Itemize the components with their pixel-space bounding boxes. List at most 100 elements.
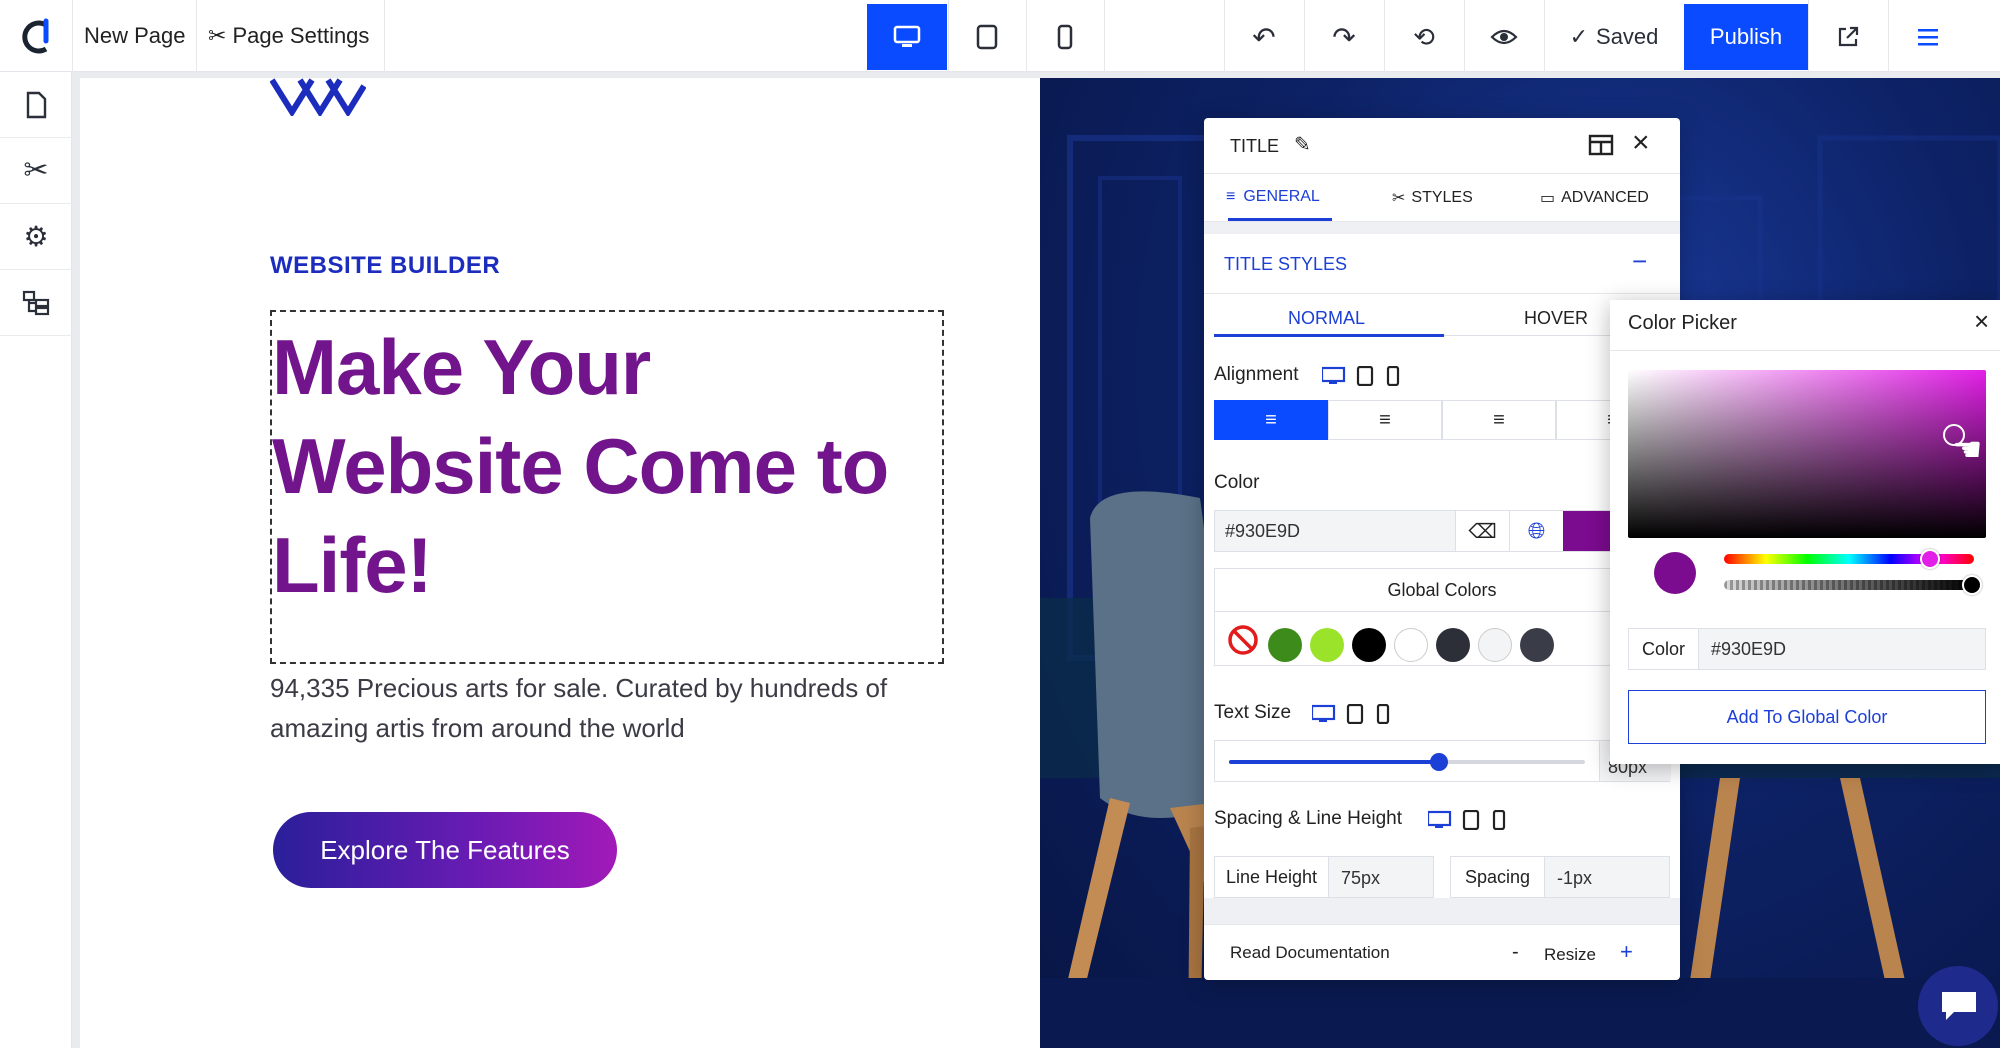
global-color-button[interactable]: 🌐︎: [1509, 511, 1563, 551]
undo-button[interactable]: ↶: [1224, 4, 1304, 70]
menu-button[interactable]: [1888, 4, 1968, 70]
brand-logo: [269, 76, 367, 121]
panel-footer: Read Documentation - Resize +: [1204, 924, 1680, 980]
desktop-view-button[interactable]: [867, 4, 947, 70]
tab-advanced-label: ADVANCED: [1561, 189, 1649, 206]
tablet-icon: [976, 24, 998, 50]
panel-tabs: ≡ GENERAL ✂ STYLES ▭ ADVANCED: [1204, 174, 1680, 222]
read-documentation-link[interactable]: Read Documentation: [1230, 943, 1390, 963]
global-swatch[interactable]: [1520, 628, 1554, 662]
device-icons: [1322, 366, 1400, 386]
tools-icon: ✂: [1392, 190, 1406, 207]
global-colors-header: Global Colors: [1214, 568, 1670, 612]
align-right-icon: ≡: [1493, 408, 1505, 431]
saturation-value-area[interactable]: [1628, 370, 1986, 538]
check-icon: ✓: [1569, 24, 1589, 49]
title-styles-section[interactable]: TITLE STYLES −: [1204, 234, 1680, 294]
hero-kicker: WEBSITE BUILDER: [270, 252, 501, 279]
left-sidebar: ✂ ⚙: [0, 72, 72, 1048]
align-right-button[interactable]: ≡: [1442, 400, 1556, 440]
hero-description: 94,335 Precious arts for sale. Curated b…: [270, 673, 888, 743]
clear-color-button[interactable]: ⌫: [1455, 511, 1509, 551]
tab-general[interactable]: ≡ GENERAL: [1226, 188, 1320, 206]
alpha-slider[interactable]: [1724, 580, 1974, 590]
global-swatch[interactable]: [1352, 628, 1386, 662]
resize-plus-button[interactable]: +: [1620, 939, 1633, 965]
text-size-label: Text Size: [1214, 702, 1292, 723]
history-icon: ⟲: [1413, 21, 1435, 52]
spacing-field: Spacing -1px: [1450, 856, 1670, 898]
chat-icon: [1942, 992, 1976, 1020]
tablet-view-button[interactable]: [948, 4, 1026, 70]
resize-minus-button[interactable]: -: [1512, 941, 1519, 964]
add-to-global-color-button[interactable]: Add To Global Color: [1628, 690, 1986, 744]
logo-icon: [22, 18, 49, 54]
picker-color-input[interactable]: #930E9D: [1711, 639, 1786, 660]
hamburger-icon: [1918, 29, 1938, 46]
no-color-icon[interactable]: [1227, 624, 1259, 656]
tab-advanced[interactable]: ▭ ADVANCED: [1540, 188, 1649, 208]
collapse-icon[interactable]: −: [1632, 246, 1647, 277]
history-button[interactable]: ⟲: [1384, 4, 1464, 70]
page-settings-button[interactable]: ✂ Page Settings: [208, 0, 369, 72]
panel-header: TITLE ✎ ×: [1204, 118, 1680, 174]
global-swatch[interactable]: [1394, 628, 1428, 662]
text-size-slider-track[interactable]: [1229, 753, 1585, 771]
resize-label: Resize: [1544, 945, 1596, 964]
preview-button[interactable]: [1464, 4, 1544, 70]
global-swatch[interactable]: [1268, 628, 1302, 662]
color-hex-input[interactable]: #930E9D: [1225, 521, 1300, 542]
hue-slider-handle[interactable]: [1920, 549, 1940, 569]
spacing-field-label: Spacing: [1451, 857, 1545, 897]
picker-color-field: Color #930E9D: [1628, 628, 1986, 670]
tab-general-label: GENERAL: [1243, 188, 1320, 205]
sidebar-layers-button[interactable]: [0, 270, 72, 336]
redo-icon: ↷: [1332, 21, 1356, 53]
picker-title: Color Picker: [1628, 312, 1737, 334]
sidebar-tools-button[interactable]: ✂: [0, 138, 72, 204]
close-icon[interactable]: ×: [1632, 126, 1650, 160]
global-swatch[interactable]: [1478, 628, 1512, 662]
tools-icon: ✂: [208, 23, 227, 48]
device-icons: [1428, 810, 1506, 830]
app-logo[interactable]: [0, 4, 72, 70]
chat-widget-button[interactable]: [1918, 966, 1998, 1046]
spacing-label: Spacing & Line Height: [1214, 808, 1403, 829]
globe-icon: 🌐︎: [1527, 518, 1546, 543]
hand-cursor-icon: ☚: [1952, 431, 1983, 469]
spacing-input[interactable]: -1px: [1557, 868, 1592, 889]
eraser-icon: ⌫: [1468, 520, 1497, 543]
mobile-view-button[interactable]: [1026, 4, 1104, 70]
tools-icon: ✂: [23, 154, 49, 187]
align-center-button[interactable]: ≡: [1328, 400, 1442, 440]
sidebar-settings-button[interactable]: ⚙: [0, 204, 72, 270]
global-swatch[interactable]: [1436, 628, 1470, 662]
publish-button[interactable]: Publish: [1684, 4, 1808, 70]
picker-close-button[interactable]: ×: [1974, 306, 1989, 337]
tab-styles-label: STYLES: [1411, 189, 1473, 206]
tab-normal[interactable]: NORMAL: [1288, 308, 1365, 329]
sidebar-pages-button[interactable]: [0, 72, 72, 138]
hero-title[interactable]: Make Your Website Come to Life!: [272, 318, 952, 615]
eye-icon: [1490, 29, 1518, 45]
pencil-icon[interactable]: ✎: [1294, 132, 1311, 157]
external-link-icon: [1838, 26, 1859, 47]
page-icon: [26, 91, 47, 118]
line-height-field: Line Height 75px: [1214, 856, 1434, 898]
explore-features-button[interactable]: Explore The Features: [273, 812, 617, 888]
page-name[interactable]: New Page: [84, 0, 186, 72]
mobile-icon: [1057, 24, 1073, 50]
split-layout-icon[interactable]: [1588, 134, 1614, 156]
tab-styles[interactable]: ✂ STYLES: [1392, 188, 1473, 208]
device-icons: [1312, 704, 1390, 724]
align-left-button[interactable]: ≡: [1214, 400, 1328, 440]
redo-button[interactable]: ↷: [1304, 4, 1384, 70]
global-swatch[interactable]: [1310, 628, 1344, 662]
tab-hover[interactable]: HOVER: [1524, 308, 1588, 329]
text-size-slider-handle[interactable]: [1430, 753, 1449, 771]
line-height-input[interactable]: 75px: [1341, 868, 1380, 889]
line-height-label: Line Height: [1215, 857, 1329, 897]
alpha-slider-handle[interactable]: [1962, 575, 1982, 595]
selected-color-preview: [1654, 552, 1696, 594]
open-external-button[interactable]: [1808, 4, 1888, 70]
